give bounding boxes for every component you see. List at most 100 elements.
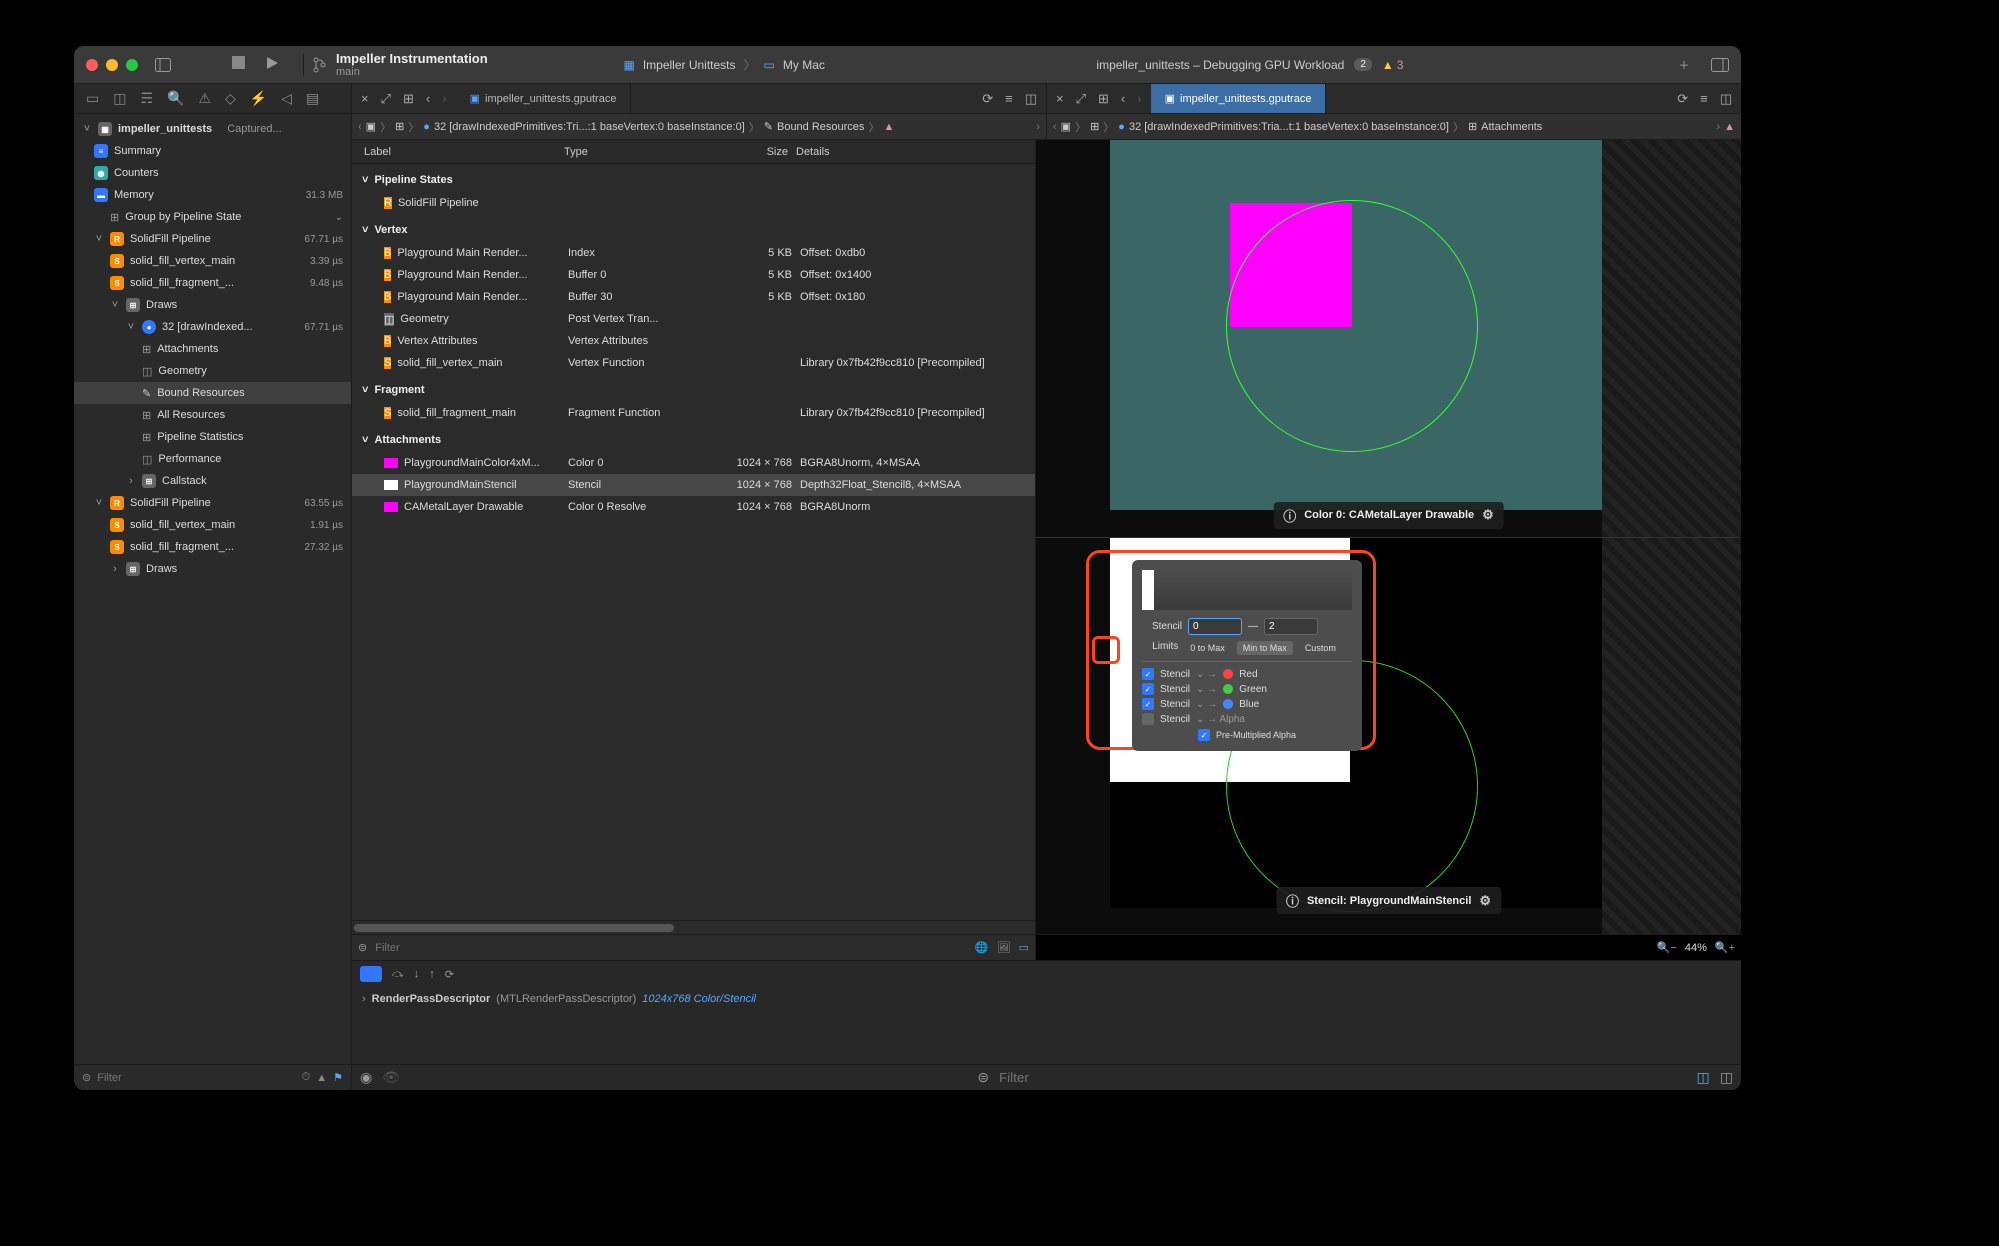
list-icon-r[interactable]: ≡	[1697, 91, 1711, 106]
breakpoint-nav-icon[interactable]: ◁	[281, 90, 292, 107]
expand-icon-r[interactable]: ⤢	[1073, 91, 1089, 107]
zoom-value[interactable]: 44%	[1685, 942, 1707, 954]
th-size[interactable]: Size	[730, 146, 796, 158]
path-segment[interactable]: ▣	[1061, 120, 1071, 133]
path-draw-segment[interactable]: 32 [drawIndexedPrimitives:Tri...:1 baseV…	[434, 121, 745, 133]
eye-icon[interactable]: 👁	[382, 1069, 400, 1086]
table-row-stencil[interactable]: PlaygroundMainStencilStencil1024 × 768De…	[352, 474, 1035, 496]
list-icon[interactable]: ≡	[1002, 91, 1016, 106]
report-nav-icon[interactable]: ▤	[306, 90, 319, 107]
minimize-button[interactable]	[106, 59, 118, 71]
expand-icon[interactable]: ⤢	[378, 91, 394, 107]
warning-count[interactable]: ▲3	[1382, 58, 1404, 72]
channel-row-green[interactable]: ✓Stencil⌄ →Green	[1142, 683, 1352, 695]
stencil-min-input[interactable]	[1188, 618, 1242, 635]
gear-icon[interactable]: ⚙	[1479, 893, 1491, 909]
horizontal-scrollbar[interactable]	[352, 920, 1035, 934]
checkbox[interactable]: ✓	[1142, 683, 1154, 695]
table-row[interactable]: Ssolid_fill_vertex_mainVertex FunctionLi…	[352, 352, 1035, 374]
info-icon[interactable]: ⓘ	[1286, 891, 1299, 910]
path-right-arrow-r[interactable]: ›	[1716, 121, 1720, 133]
checkbox-off[interactable]	[1142, 713, 1154, 725]
find-nav-icon[interactable]: 🔍	[167, 90, 184, 107]
scm-icon[interactable]	[310, 56, 328, 74]
symbol-nav-icon[interactable]: ☴	[140, 90, 153, 107]
p1-vertex-row[interactable]: Ssolid_fill_vertex_main3.39 µs	[74, 250, 351, 272]
th-details[interactable]: Details	[796, 146, 1023, 158]
clock-icon[interactable]: ⏱	[302, 1071, 311, 1084]
project-title[interactable]: Impeller Instrumentation main	[336, 51, 488, 78]
p1-draws-row[interactable]: ˅⊞Draws	[74, 294, 351, 316]
gear-icon[interactable]: ⚙	[1482, 507, 1494, 523]
library-icon[interactable]	[1711, 56, 1729, 74]
p1-frag-row[interactable]: Ssolid_fill_fragment_...9.48 µs	[74, 272, 351, 294]
pipeline2-row[interactable]: ˅RSolidFill Pipeline63.55 µs	[74, 492, 351, 514]
refresh-icon[interactable]: ⟳	[445, 968, 454, 981]
table-row[interactable]: BVertex AttributesVertex Attributes	[352, 330, 1035, 352]
limits-0max-button[interactable]: 0 to Max	[1184, 641, 1231, 655]
auto-icon[interactable]: ◉	[360, 1069, 372, 1086]
channel-row-alpha[interactable]: Stencil⌄ → Alpha	[1142, 713, 1352, 725]
source-control-nav-icon[interactable]: ◫	[113, 90, 126, 107]
path-left-arrow-r[interactable]: ‹	[1053, 121, 1057, 133]
left-tab[interactable]: ▣impeller_unittests.gputrace	[456, 84, 632, 113]
issue-nav-icon[interactable]: ⚠	[198, 90, 211, 107]
right-filter-input[interactable]	[999, 1070, 1119, 1085]
step-over-icon[interactable]: ⤼	[392, 968, 404, 981]
back-icon-r[interactable]: ‹	[1118, 91, 1128, 106]
table-row[interactable]: ◫GeometryPost Vertex Tran...	[352, 308, 1035, 330]
status-badge[interactable]: 2	[1354, 58, 1372, 71]
panel-icon-2[interactable]: ◫	[1720, 1069, 1733, 1086]
forward-icon-r[interactable]: ›	[1134, 91, 1144, 106]
table-row[interactable]: Ssolid_fill_fragment_mainFragment Functi…	[352, 402, 1035, 424]
scheme-name[interactable]: Impeller Unittests	[643, 58, 736, 72]
image-icon[interactable]: 🖼	[997, 941, 1011, 954]
step-into-icon[interactable]: ↓	[414, 968, 420, 980]
table-row[interactable]: BPlayground Main Render...Index5 KBOffse…	[352, 242, 1035, 264]
path-warn-icon[interactable]: ▲	[883, 121, 894, 133]
debug-capture-icon[interactable]	[360, 966, 382, 982]
group-fragment[interactable]: ˅Fragment	[352, 378, 1035, 402]
left-filter-input[interactable]	[375, 942, 967, 954]
th-label[interactable]: Label	[364, 146, 564, 158]
globe-icon[interactable]: 🌐	[975, 941, 989, 954]
grid-icon-r[interactable]: ⊞	[1095, 91, 1112, 107]
sidebar-toggle-icon[interactable]	[154, 56, 172, 74]
table-row[interactable]: BPlayground Main Render...Buffer 305 KBO…	[352, 286, 1035, 308]
close-button[interactable]	[86, 59, 98, 71]
table-row[interactable]: BPlayground Main Render...Buffer 05 KBOf…	[352, 264, 1035, 286]
p2-draws-row[interactable]: ›⊞Draws	[74, 558, 351, 580]
zoom-out-icon[interactable]: 🔍−	[1657, 941, 1677, 954]
device-icon[interactable]: ▭	[1019, 941, 1029, 954]
back-icon[interactable]: ‹	[423, 91, 433, 106]
checkbox[interactable]: ✓	[1142, 698, 1154, 710]
channel-row-red[interactable]: ✓Stencil⌄ →Red	[1142, 668, 1352, 680]
channel-row-blue[interactable]: ✓Stencil⌄ →Blue	[1142, 698, 1352, 710]
path-segment[interactable]: ⊞	[395, 120, 404, 133]
refresh-icon-r[interactable]: ⟳	[1674, 91, 1691, 107]
pipeline1-row[interactable]: ˅RSolidFill Pipeline67.71 µs	[74, 228, 351, 250]
checkbox[interactable]: ✓	[1142, 668, 1154, 680]
flag-filter-icon[interactable]: ⚑	[333, 1071, 343, 1084]
summary-row[interactable]: ≡Summary	[74, 140, 351, 162]
grid-icon[interactable]: ⊞	[400, 91, 417, 107]
table-row[interactable]: CAMetalLayer DrawableColor 0 Resolve1024…	[352, 496, 1035, 518]
group-vertex[interactable]: ˅Vertex	[352, 218, 1035, 242]
refresh-icon[interactable]: ⟳	[979, 91, 996, 107]
limits-minmax-button[interactable]: Min to Max	[1237, 641, 1293, 655]
path-warn-icon-r[interactable]: ▲	[1724, 121, 1735, 133]
root-row[interactable]: ˅▦impeller_unittests Captured...	[74, 118, 351, 140]
panel-icon[interactable]: ◫	[1697, 1069, 1710, 1086]
th-type[interactable]: Type	[564, 146, 730, 158]
group-by-row[interactable]: ⊞Group by Pipeline State⌄	[74, 206, 351, 228]
path-left-arrow[interactable]: ‹	[358, 121, 362, 133]
debug-variables[interactable]: › RenderPassDescriptor (MTLRenderPassDes…	[352, 987, 1741, 1064]
attachments-row[interactable]: ⊞Attachments	[74, 338, 351, 360]
table-row[interactable]: PlaygroundMainColor4xM...Color 01024 × 7…	[352, 452, 1035, 474]
stop-button[interactable]	[232, 56, 245, 73]
split-icon-r[interactable]: ◫	[1717, 91, 1735, 107]
step-out-icon[interactable]: ↑	[429, 968, 435, 980]
info-icon[interactable]: ⓘ	[1283, 506, 1296, 525]
path-end-segment-r[interactable]: Attachments	[1481, 121, 1542, 133]
project-nav-icon[interactable]: ▭	[86, 90, 99, 107]
